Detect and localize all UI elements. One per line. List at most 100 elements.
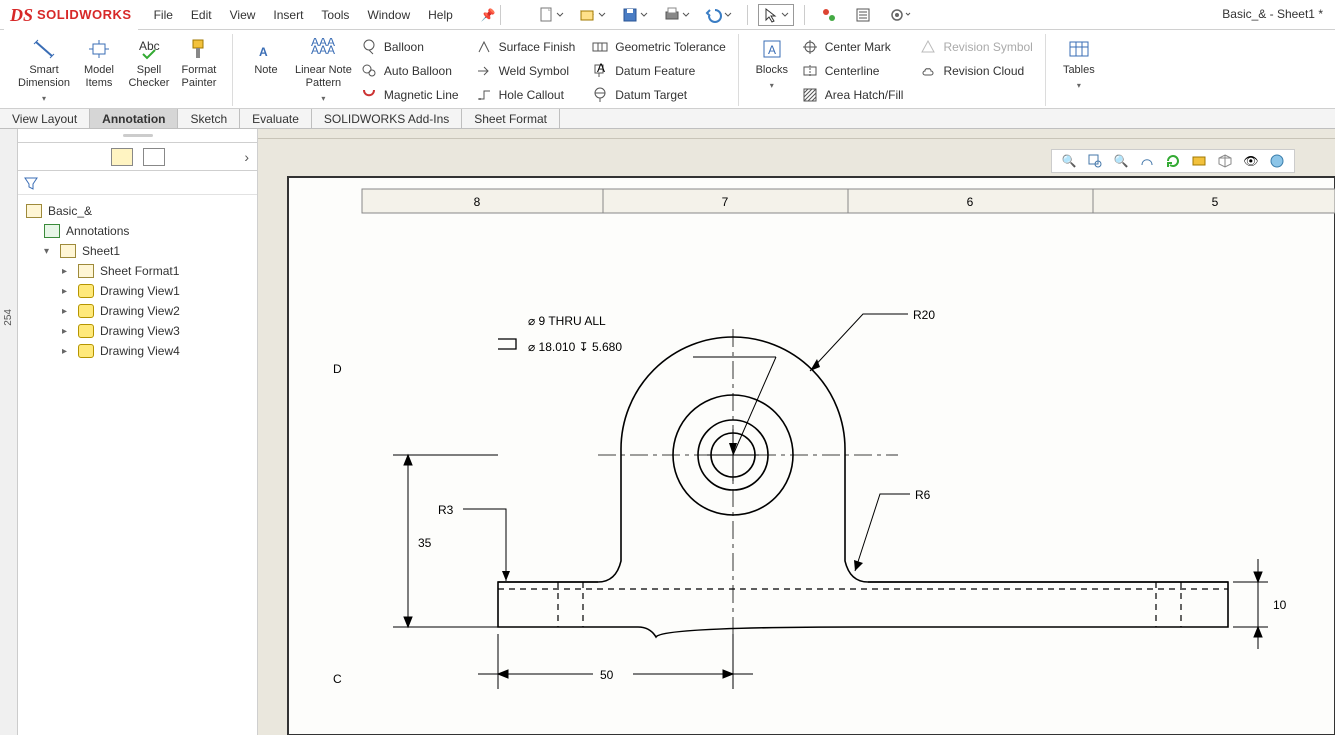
area-hatch-button[interactable]: Area Hatch/Fill: [797, 84, 908, 106]
svg-text:⌀ 9 THRU ALL: ⌀ 9 THRU ALL: [528, 314, 606, 328]
quick-access-toolbar: [533, 4, 919, 26]
tree-sheet-format1[interactable]: ▸Sheet Format1: [22, 261, 253, 281]
datum-target-button[interactable]: Datum Target: [587, 84, 730, 106]
tree-annotations[interactable]: Annotations: [22, 221, 253, 241]
fm-filter[interactable]: [18, 171, 257, 195]
hole-callout-icon: [475, 87, 493, 103]
model-items-icon: [87, 36, 111, 62]
auto-balloon-icon: [360, 63, 378, 79]
svg-text:⌀ 18.010 ↧ 5.680: ⌀ 18.010 ↧ 5.680: [528, 340, 622, 354]
surface-finish-icon: [475, 39, 493, 55]
svg-text:8: 8: [474, 195, 481, 209]
menu-edit[interactable]: Edit: [191, 8, 212, 22]
tab-sheet-format[interactable]: Sheet Format: [462, 109, 560, 128]
balloon-button[interactable]: Balloon: [356, 36, 463, 58]
tree-drawing-view4[interactable]: ▸Drawing View4: [22, 341, 253, 361]
panel-grip[interactable]: [123, 134, 153, 137]
blocks-icon: A: [761, 36, 783, 62]
tab-addins[interactable]: SOLIDWORKS Add-Ins: [312, 109, 462, 128]
tree-drawing-view3[interactable]: ▸Drawing View3: [22, 321, 253, 341]
tab-sketch[interactable]: Sketch: [178, 109, 240, 128]
tree-root[interactable]: Basic_&: [22, 201, 253, 221]
select-button[interactable]: [758, 4, 794, 26]
format-painter-button[interactable]: FormatPainter: [174, 34, 224, 92]
tree-drawing-view1[interactable]: ▸Drawing View1: [22, 281, 253, 301]
tab-view-layout[interactable]: View Layout: [0, 109, 90, 128]
center-mark-icon: [801, 39, 819, 55]
hide-show-icon[interactable]: 👁: [1242, 152, 1260, 170]
revision-cloud-button[interactable]: Revision Cloud: [915, 60, 1036, 82]
tree-drawing-view2[interactable]: ▸Drawing View2: [22, 301, 253, 321]
center-mark-button[interactable]: Center Mark: [797, 36, 908, 58]
menu-tools[interactable]: Tools: [321, 8, 349, 22]
magnetic-line-icon: [360, 87, 378, 103]
menu-bar: DS SOLIDWORKS File Edit View Insert Tool…: [0, 0, 1335, 30]
svg-text:6: 6: [967, 195, 974, 209]
blocks-button[interactable]: A Blocks▾: [747, 34, 797, 94]
svg-text:10: 10: [1273, 598, 1287, 612]
note-icon: A: [255, 36, 277, 62]
open-button[interactable]: [575, 4, 611, 26]
linear-pattern-icon: AAAAAA: [311, 36, 335, 62]
tables-icon: [1068, 36, 1090, 62]
fm-tab-props-icon[interactable]: [143, 148, 165, 166]
svg-text:R20: R20: [913, 308, 935, 322]
centerline-button[interactable]: Centerline: [797, 60, 908, 82]
svg-text:5: 5: [1212, 195, 1219, 209]
spell-check-icon: Abc: [137, 36, 161, 62]
menu-insert[interactable]: Insert: [273, 8, 303, 22]
tab-evaluate[interactable]: Evaluate: [240, 109, 312, 128]
settings-button[interactable]: [883, 4, 919, 26]
weld-symbol-button[interactable]: Weld Symbol: [471, 60, 580, 82]
svg-text:R3: R3: [438, 503, 454, 517]
menu-window[interactable]: Window: [367, 8, 410, 22]
format-painter-icon: [187, 36, 211, 62]
menu-file[interactable]: File: [154, 8, 173, 22]
menu-help[interactable]: Help: [428, 8, 453, 22]
refresh-icon[interactable]: [1164, 152, 1182, 170]
options-button[interactable]: [849, 4, 877, 26]
geometric-tolerance-button[interactable]: Geometric Tolerance: [587, 36, 730, 58]
document-title: Basic_& - Sheet1 *: [1222, 7, 1323, 21]
left-rail: 254: [0, 129, 18, 735]
revision-symbol-button: Revision Symbol: [915, 36, 1036, 58]
fm-collapse-icon[interactable]: ›: [244, 149, 249, 165]
section-view-icon[interactable]: [1138, 152, 1156, 170]
zoom-fit-icon[interactable]: 🔍: [1060, 152, 1078, 170]
surface-finish-button[interactable]: Surface Finish: [471, 36, 580, 58]
print-button[interactable]: [659, 4, 695, 26]
ruler-value: 254: [3, 309, 14, 326]
smart-dimension-button[interactable]: SmartDimension▾: [14, 34, 74, 107]
hole-callout-button[interactable]: Hole Callout: [471, 84, 580, 106]
fm-tab-tree-icon[interactable]: [111, 148, 133, 166]
menu-view[interactable]: View: [230, 8, 256, 22]
svg-text:35: 35: [418, 536, 432, 550]
prev-view-icon[interactable]: 🔍: [1112, 152, 1130, 170]
magnetic-line-button[interactable]: Magnetic Line: [356, 84, 463, 106]
note-button[interactable]: A Note: [241, 34, 291, 79]
undo-button[interactable]: [701, 4, 737, 26]
appearance-icon[interactable]: [1268, 152, 1286, 170]
linear-note-pattern-button[interactable]: AAAAAA Linear NotePattern▾: [291, 34, 356, 107]
drawing-viewport[interactable]: 🔍 🔍 👁 8 7 6 5 D C: [258, 129, 1335, 735]
auto-balloon-button[interactable]: Auto Balloon: [356, 60, 463, 82]
tab-annotation[interactable]: Annotation: [90, 109, 178, 128]
svg-text:AAA: AAA: [311, 43, 335, 57]
3d-views-icon[interactable]: [1216, 152, 1234, 170]
spell-checker-button[interactable]: Abc SpellChecker: [124, 34, 174, 92]
weld-icon: [475, 63, 493, 79]
zoom-area-icon[interactable]: [1086, 152, 1104, 170]
balloon-icon: [360, 39, 378, 55]
centerline-icon: [801, 63, 819, 79]
tree-sheet1[interactable]: ▾Sheet1: [22, 241, 253, 261]
model-items-button[interactable]: ModelItems: [74, 34, 124, 92]
display-style-icon[interactable]: [1190, 152, 1208, 170]
tables-button[interactable]: Tables▾: [1054, 34, 1104, 94]
rebuild-button[interactable]: [815, 4, 843, 26]
datum-feature-button[interactable]: ADatum Feature: [587, 60, 730, 82]
pin-icon[interactable]: 📌: [481, 8, 496, 22]
new-button[interactable]: [533, 4, 569, 26]
solidworks-wordmark: SOLIDWORKS: [37, 7, 132, 22]
command-tabs: View Layout Annotation Sketch Evaluate S…: [0, 109, 1335, 129]
save-button[interactable]: [617, 4, 653, 26]
